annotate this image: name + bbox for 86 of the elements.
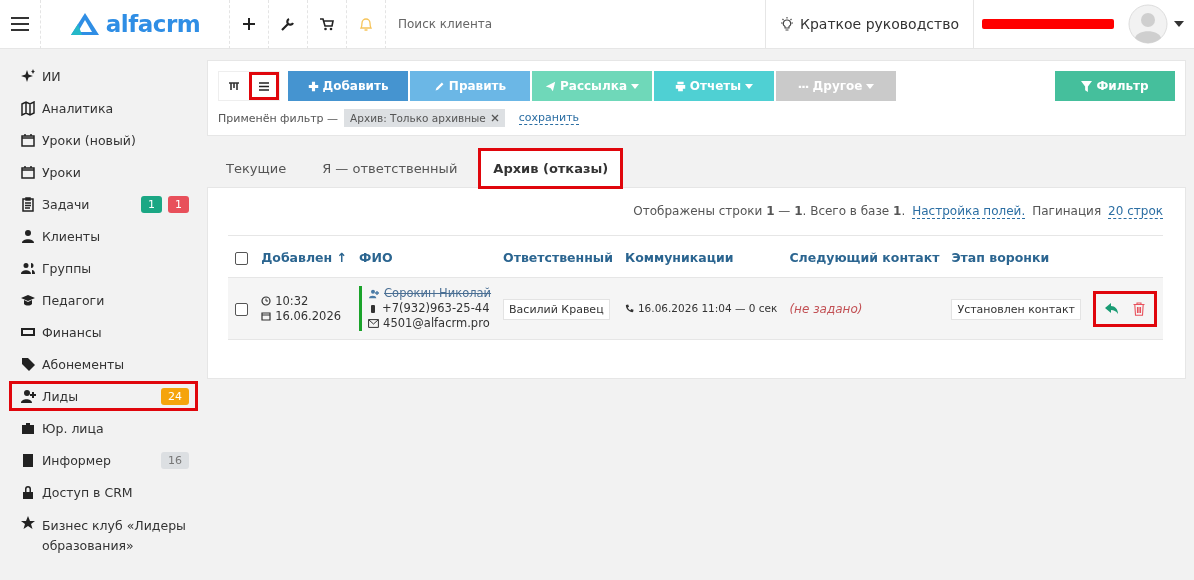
user-icon: [21, 228, 36, 244]
cap-icon: [21, 292, 36, 308]
tab[interactable]: Текущие: [211, 148, 302, 189]
menu-icon[interactable]: [10, 16, 30, 32]
reply-icon[interactable]: [1105, 302, 1119, 315]
paper-plane-icon: [545, 80, 556, 92]
sidebar-item[interactable]: Информер 16: [9, 445, 198, 475]
sidebar-item[interactable]: Лиды 24: [9, 381, 198, 411]
sidebar-item[interactable]: Финансы: [9, 317, 198, 347]
search-field[interactable]: Поиск клиента: [385, 0, 765, 49]
column-header[interactable]: Ответственный: [503, 250, 613, 265]
calendar-icon: [261, 311, 272, 321]
sidebar-item[interactable]: Группы: [9, 253, 198, 283]
sidebar-item[interactable]: Аналитика: [9, 93, 198, 123]
list-view-button[interactable]: [249, 72, 279, 100]
filter-chip[interactable]: Архив: Только архивные: [344, 109, 505, 127]
count-badge: 24: [161, 387, 189, 405]
logo-text: alfacrm: [105, 11, 201, 37]
filter-icon: [1081, 80, 1093, 92]
sidebar-item[interactable]: Клиенты: [9, 221, 198, 251]
lightbulb-icon: [780, 16, 794, 32]
star-icon: [21, 516, 36, 531]
plus-icon[interactable]: [243, 18, 255, 30]
clipboard-icon: [21, 196, 36, 212]
sparkle-icon: [21, 68, 36, 84]
phone-icon: [624, 304, 634, 313]
field-settings-link[interactable]: Настройка полей.: [912, 204, 1026, 219]
stage-tag: Установлен контакт: [951, 298, 1081, 320]
column-header[interactable]: Следующий контакт: [789, 250, 940, 265]
sidebar-item[interactable]: Бизнес клуб «Лидеры образования»: [9, 509, 198, 553]
sidebar-item[interactable]: Уроки: [9, 157, 198, 187]
sidebar-item[interactable]: Доступ в CRM: [9, 477, 198, 507]
logo-icon: [69, 12, 100, 36]
filter-label: Применён фильтр —: [218, 111, 339, 125]
tab[interactable]: Архив (отказы): [478, 148, 624, 189]
email-text: 4501@alfacrm.pro: [383, 316, 490, 331]
save-link[interactable]: сохранить: [518, 111, 580, 125]
column-header[interactable]: Добавлен ↑: [261, 250, 348, 265]
close-icon[interactable]: [490, 114, 499, 122]
communication-text: 16.06.2026 11:04 — 0 сек: [637, 301, 778, 316]
sidebar-item[interactable]: Абонементы: [9, 349, 198, 379]
pagination-label: Пагинация: [1032, 204, 1102, 219]
trash-icon[interactable]: [1133, 301, 1145, 316]
briefcase-icon: [21, 420, 36, 436]
sidebar-item[interactable]: ИИ: [9, 61, 198, 91]
user-plus-icon: [21, 388, 36, 404]
caret-icon[interactable]: [1174, 21, 1184, 27]
printer-icon: [674, 80, 686, 92]
grid-icon: [229, 81, 239, 91]
responsible-tag: Василий Кравец: [503, 298, 610, 320]
count-badge: 16: [161, 451, 189, 469]
calendar-icon: [21, 132, 36, 148]
clock-icon: [261, 296, 272, 306]
guide-link[interactable]: Краткое руководство: [765, 0, 974, 49]
next-contact-text: (не задано): [789, 301, 863, 316]
sidebar-item[interactable]: Задачи 1 1: [9, 189, 198, 219]
map-icon: [21, 100, 36, 116]
sidebar-item[interactable]: Юр. лица: [9, 413, 198, 443]
sidebar-item[interactable]: Педагоги: [9, 285, 198, 315]
column-header[interactable]: Этап воронки: [951, 250, 1050, 265]
pencil-icon: [433, 80, 445, 92]
count-badge: 1: [168, 195, 189, 213]
select-all-checkbox[interactable]: [235, 252, 249, 265]
time-text: 10:32: [275, 293, 309, 309]
phone-text: +7(932)963-25-44: [382, 301, 490, 316]
user-plus-icon: [368, 288, 381, 299]
pagination-link[interactable]: 20 строк: [1108, 204, 1163, 219]
column-header[interactable]: Коммуникации: [624, 250, 734, 265]
book-icon: [21, 452, 36, 468]
sidebar-item[interactable]: Уроки (новый): [9, 125, 198, 155]
client-name-link[interactable]: Сорокин Николай: [384, 286, 492, 301]
calendar-icon: [21, 164, 36, 180]
list-icon: [259, 81, 269, 91]
users-icon: [21, 260, 36, 276]
tab[interactable]: Я — ответственный: [307, 148, 473, 189]
plus-icon: [307, 80, 319, 92]
cart-icon[interactable]: [320, 17, 334, 31]
lock-icon: [21, 484, 36, 500]
summary-text: Отображены строки 1 — 1. Всего в базе 1.: [633, 204, 906, 219]
count-badge: 1: [141, 195, 162, 213]
wrench-icon[interactable]: [281, 17, 295, 31]
row-checkbox[interactable]: [235, 302, 249, 316]
envelope-icon: [368, 319, 380, 328]
column-header[interactable]: ФИО: [359, 250, 393, 265]
date-text: 16.06.2026: [275, 308, 342, 324]
tag-icon: [21, 356, 36, 372]
